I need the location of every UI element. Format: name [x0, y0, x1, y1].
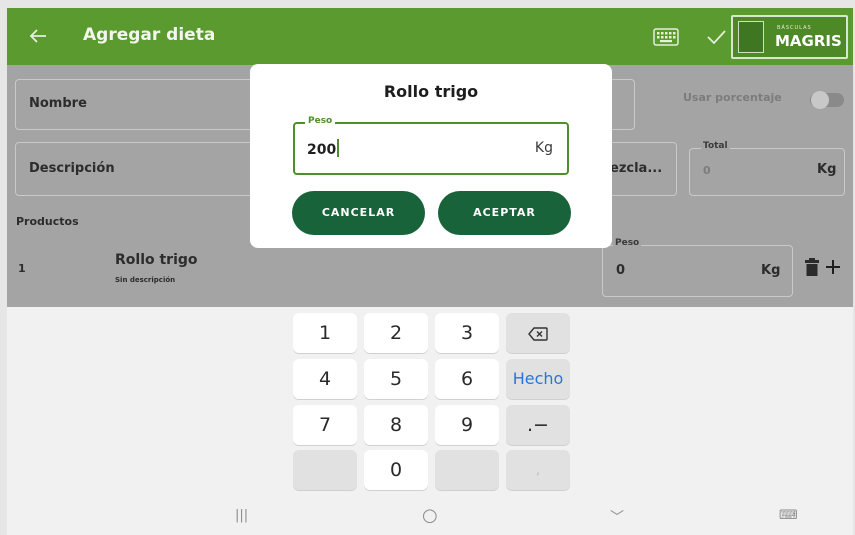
key-7[interactable]: 7: [293, 405, 357, 445]
keyboard-icon[interactable]: [653, 27, 679, 47]
backspace-key[interactable]: [506, 313, 570, 353]
dialog-title: Rollo trigo: [383, 82, 479, 101]
check-icon[interactable]: [705, 27, 727, 47]
total-legend: Total: [701, 141, 730, 151]
key-5[interactable]: 5: [364, 359, 428, 399]
description-label: Descripción: [29, 161, 115, 176]
product-weight-legend: Peso: [613, 238, 642, 248]
weight-input-text: 200: [307, 142, 337, 158]
keyboard-toggle-icon[interactable]: ⌨: [779, 508, 798, 523]
logo-mark-icon: [738, 21, 764, 53]
numeric-keyboard: 1 2 3 4 5 6 Hecho 7 8 9 .− 0 , ||| ○ ﹀ ⌨: [7, 307, 853, 535]
weight-input-value: 200: [307, 139, 340, 158]
dot-minus-key[interactable]: .−: [506, 405, 570, 445]
logo-brand: MAGRIS: [775, 32, 842, 50]
text-caret: [337, 139, 340, 157]
back-nav-button[interactable]: ﹀: [610, 507, 624, 527]
weight-input-legend: Peso: [305, 116, 336, 126]
backspace-icon: [528, 326, 548, 341]
mixture-select-text: ezcla...: [610, 161, 663, 176]
logo-subtitle: BÁSCULAS: [777, 25, 812, 31]
empty-key-left: [293, 450, 357, 490]
comma-key[interactable]: ,: [506, 450, 570, 490]
use-percentage-toggle[interactable]: [810, 91, 844, 109]
brand-logo: BÁSCULAS MAGRIS: [731, 15, 848, 59]
weight-dialog: Rollo trigo Peso 200 Kg CANCELAR ACEPTAR: [250, 64, 612, 248]
empty-key-right: [435, 450, 499, 490]
key-2[interactable]: 2: [364, 313, 428, 353]
done-key[interactable]: Hecho: [506, 359, 570, 399]
product-name: Rollo trigo: [115, 252, 198, 268]
product-weight-value: 0: [616, 263, 626, 278]
page-title: Agregar dieta: [83, 25, 216, 45]
key-3[interactable]: 3: [435, 313, 499, 353]
products-heading: Productos: [16, 215, 79, 228]
weight-input[interactable]: Peso 200 Kg: [293, 116, 569, 175]
app-bar: Agregar dieta BÁSCULAS MAGRIS: [7, 8, 853, 65]
name-label: Nombre: [29, 96, 87, 111]
add-icon[interactable]: [825, 259, 841, 275]
key-1[interactable]: 1: [293, 313, 357, 353]
total-unit: Kg: [817, 162, 837, 177]
key-6[interactable]: 6: [435, 359, 499, 399]
cancel-button[interactable]: CANCELAR: [292, 191, 425, 235]
total-value: 0: [703, 164, 711, 177]
trash-icon[interactable]: [805, 258, 819, 276]
key-4[interactable]: 4: [293, 359, 357, 399]
weight-input-unit: Kg: [534, 140, 553, 156]
back-arrow-icon[interactable]: [27, 25, 49, 47]
key-0[interactable]: 0: [364, 450, 428, 490]
home-button[interactable]: ○: [422, 505, 438, 526]
product-description: Sin descripción: [115, 276, 176, 284]
accept-button[interactable]: ACEPTAR: [438, 191, 571, 235]
product-index: 1: [18, 262, 26, 275]
recents-button[interactable]: |||: [235, 508, 248, 523]
product-weight-unit: Kg: [761, 263, 781, 278]
key-9[interactable]: 9: [435, 405, 499, 445]
use-percentage-label: Usar porcentaje: [683, 91, 782, 104]
key-8[interactable]: 8: [364, 405, 428, 445]
